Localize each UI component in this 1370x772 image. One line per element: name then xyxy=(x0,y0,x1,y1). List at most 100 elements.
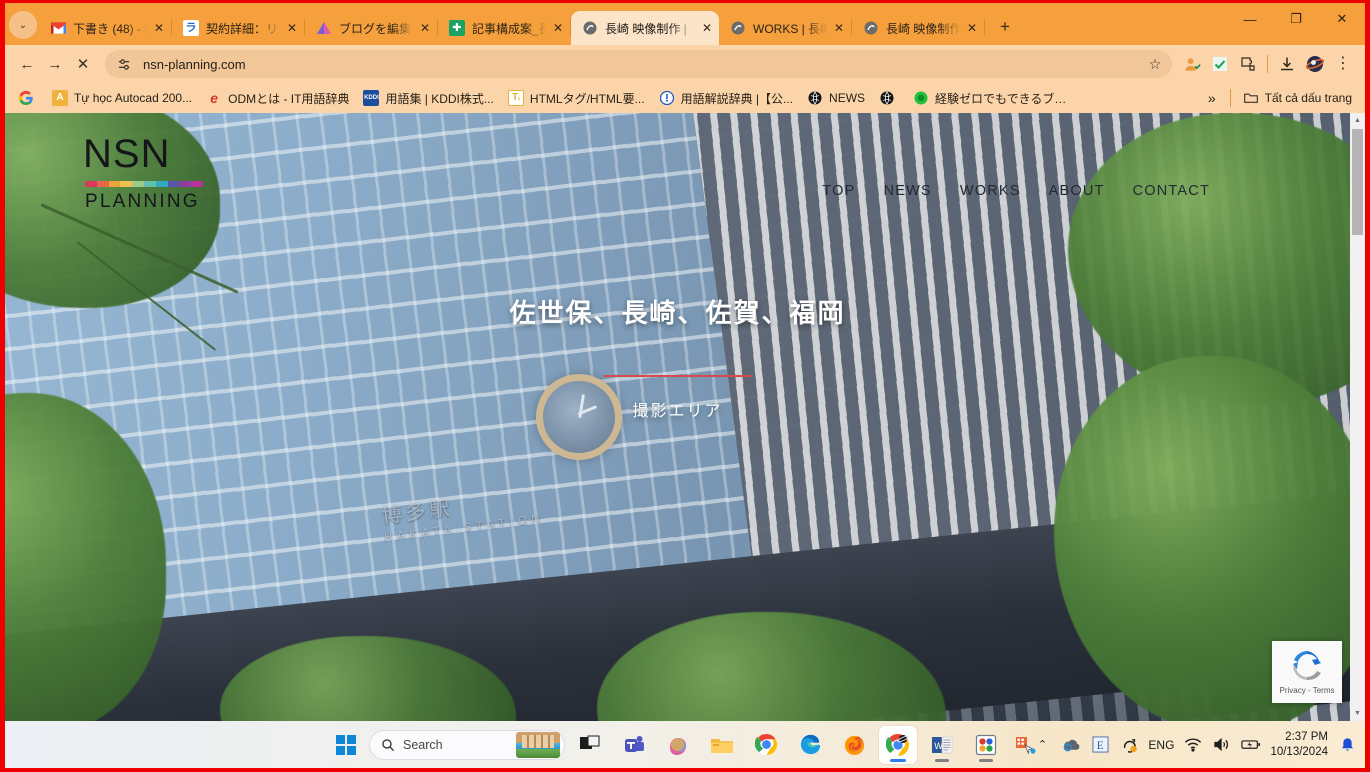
bookmark-yougokaisetsu[interactable]: 用語解説辞典 |【公... xyxy=(652,87,800,110)
onedrive-icon[interactable] xyxy=(1061,735,1081,755)
autocad-icon: A xyxy=(52,90,68,106)
bookmarks-overflow: » Tất cả dấu trang xyxy=(1199,87,1359,109)
microsoft-edge-icon[interactable] xyxy=(791,726,829,764)
search-highlight-thumbnail[interactable] xyxy=(516,731,560,758)
battery-icon[interactable] xyxy=(1241,735,1261,755)
profile-check-icon[interactable] xyxy=(1178,50,1206,78)
speaker-icon[interactable] xyxy=(1212,735,1232,755)
bookmark-autocad[interactable]: A Tự học Autocad 200... xyxy=(45,87,199,109)
bookmarks-overflow-button[interactable]: » xyxy=(1199,88,1225,108)
scrollbar-thumb[interactable] xyxy=(1352,129,1363,235)
close-window-button[interactable]: ✕ xyxy=(1319,3,1365,35)
logo-subtitle: PLANNING xyxy=(85,191,200,212)
site-navigation: TOP NEWS WORKS ABOUT CONTACT xyxy=(822,135,1320,199)
bookmark-label: 経験ゼロでもできるブロ... xyxy=(935,91,1068,106)
scroll-up-arrow-icon[interactable]: ▲ xyxy=(1350,113,1365,128)
three-dots-icon[interactable]: ⋮ xyxy=(1329,50,1357,78)
bell-icon[interactable] xyxy=(1337,735,1357,755)
all-bookmarks-button[interactable]: Tất cả dấu trang xyxy=(1236,87,1359,109)
bookmark-google[interactable] xyxy=(11,87,45,109)
bookmark-label: 用語集 | KDDI株式... xyxy=(385,91,494,106)
file-explorer-icon[interactable] xyxy=(703,726,741,764)
page-scrollbar[interactable]: ▲ ▼ xyxy=(1350,113,1365,721)
recaptcha-badge[interactable]: Privacy - Terms xyxy=(1272,641,1342,703)
wordpress-editor-icon xyxy=(316,20,332,36)
logo-color-bar xyxy=(85,181,203,187)
nttcom-icon xyxy=(659,90,675,106)
stop-loading-button[interactable]: ✕ xyxy=(69,50,97,78)
maximize-button[interactable]: ❐ xyxy=(1273,3,1319,35)
mozilla-firefox-icon[interactable] xyxy=(835,726,873,764)
tab-title: 長崎 映像制作 | xyxy=(886,21,961,36)
tab-gmail[interactable]: 下書き (48) - shir ✕ xyxy=(39,11,171,45)
puzzle-icon[interactable] xyxy=(1234,50,1262,78)
nav-item-works[interactable]: WORKS xyxy=(960,183,1021,199)
tab-lancers[interactable]: ラ 契約詳細：リライ ✕ xyxy=(172,11,304,45)
tagindex-icon: Tᵢ xyxy=(507,90,524,106)
folder-icon xyxy=(1243,90,1259,106)
microsoft-copilot-icon[interactable] xyxy=(659,726,697,764)
windows-logo-icon xyxy=(336,734,356,755)
bookmark-globe-2[interactable] xyxy=(872,87,906,109)
close-icon[interactable]: ✕ xyxy=(698,19,716,37)
search-input[interactable]: Search xyxy=(369,729,565,760)
tab-nsn-active[interactable]: 長崎 映像制作 | ✕ xyxy=(571,11,719,45)
nav-item-about[interactable]: ABOUT xyxy=(1049,183,1105,199)
bookmark-star-icon[interactable]: ☆ xyxy=(1142,51,1168,77)
tune-icon[interactable] xyxy=(115,55,133,73)
planet-avatar-icon[interactable] xyxy=(1301,50,1329,78)
wifi-icon[interactable] xyxy=(1183,735,1203,755)
tab-title: ブログを編集 "長崎 xyxy=(339,21,414,36)
tab-google-sheets[interactable]: ✚ 記事構成案_長崎 ✕ xyxy=(438,11,570,45)
tab-search-button[interactable]: ⌄ xyxy=(9,11,37,39)
bookmark-blog[interactable]: 経験ゼロでもできるブロ... xyxy=(906,87,1074,110)
tab-nsn-third[interactable]: 長崎 映像制作 | ✕ xyxy=(852,11,984,45)
tab-blog-editor[interactable]: ブログを編集 "長崎 ✕ xyxy=(305,11,437,45)
close-icon[interactable]: ✕ xyxy=(283,19,301,37)
recaptcha-privacy-terms[interactable]: Privacy - Terms xyxy=(1280,686,1335,695)
tab-title: 記事構成案_長崎 xyxy=(472,21,547,36)
new-tab-button[interactable]: + xyxy=(991,13,1019,41)
tray-overflow-chevron-icon[interactable]: ⌃ xyxy=(1032,735,1052,755)
address-bar[interactable]: nsn-planning.com ☆ xyxy=(105,50,1172,78)
close-icon[interactable]: ✕ xyxy=(150,19,168,37)
nav-item-contact[interactable]: CONTACT xyxy=(1133,183,1210,199)
check-icon[interactable] xyxy=(1206,50,1234,78)
scroll-down-arrow-icon[interactable]: ▼ xyxy=(1350,706,1365,721)
google-g-icon xyxy=(18,90,34,106)
task-view-icon[interactable] xyxy=(571,726,609,764)
download-icon[interactable] xyxy=(1273,50,1301,78)
station-name-jp: 博多駅 xyxy=(380,497,455,528)
tab-nsn-works[interactable]: WORKS | 長崎 映 ✕ xyxy=(719,11,851,45)
black-globe-icon xyxy=(807,90,823,106)
google-sheets-icon: ✚ xyxy=(449,20,465,36)
bookmark-odm[interactable]: e ODMとは - IT用語辞典 xyxy=(199,87,356,110)
google-chrome-icon[interactable] xyxy=(879,725,917,764)
tab-title: 下書き (48) - shir xyxy=(73,21,148,36)
windows-update-icon[interactable] xyxy=(1119,735,1139,755)
close-icon[interactable]: ✕ xyxy=(416,19,434,37)
close-icon[interactable]: ✕ xyxy=(963,19,981,37)
bookmark-kddi[interactable]: KDDI 用語集 | KDDI株式... xyxy=(356,87,500,110)
close-icon[interactable]: ✕ xyxy=(549,19,567,37)
forward-button[interactable]: → xyxy=(41,50,69,78)
blue-e-icon[interactable]: E xyxy=(1090,735,1110,755)
window-controls: — ❐ ✕ xyxy=(1227,3,1365,45)
tab-title: 契約詳細：リライ xyxy=(206,21,281,36)
back-button[interactable]: ← xyxy=(13,50,41,78)
language-indicator[interactable]: ENG xyxy=(1148,738,1174,752)
color-palette-app-icon[interactable] xyxy=(967,726,1005,764)
google-chrome-icon[interactable] xyxy=(747,726,785,764)
close-icon[interactable]: ✕ xyxy=(830,19,848,37)
microsoft-word-icon[interactable]: W xyxy=(923,726,961,764)
start-button[interactable] xyxy=(329,728,363,762)
minimize-button[interactable]: — xyxy=(1227,3,1273,35)
nav-item-top[interactable]: TOP xyxy=(822,183,855,199)
bookmark-label: Tự học Autocad 200... xyxy=(74,91,193,105)
clock[interactable]: 2:37 PM 10/13/2024 xyxy=(1270,730,1328,759)
bookmark-news[interactable]: NEWS xyxy=(800,87,872,109)
microsoft-teams-icon[interactable] xyxy=(615,726,653,764)
site-logo[interactable]: NSN PLANNING xyxy=(83,134,205,212)
bookmark-htmltag[interactable]: Tᵢ HTMLタグ/HTML要... xyxy=(501,87,652,110)
nav-item-news[interactable]: NEWS xyxy=(884,183,932,199)
